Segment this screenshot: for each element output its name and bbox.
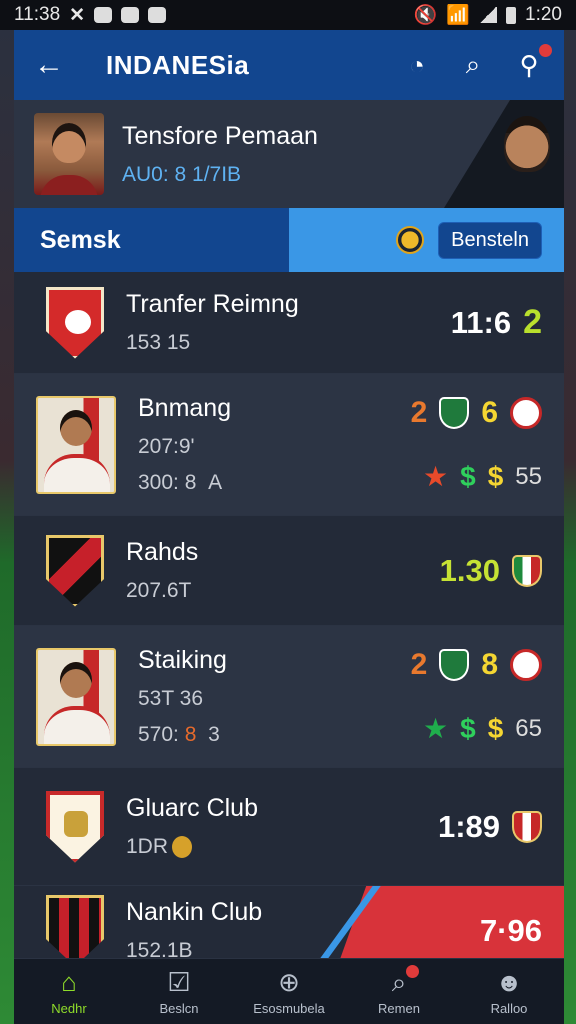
list-item[interactable]: Bnmang 207:9' 300: 8 A 2 6 ★ $ $ 55 [14,374,564,516]
stat-number: 6 [481,396,498,429]
status-time: 11:38 [14,4,61,25]
app-bar: ← INDANESia ◔ ⌕ ⚲ [14,30,564,100]
nav-label: Esosmubela [253,1001,325,1016]
battery-icon [506,6,517,24]
list-item[interactable]: Tranfer Reimng 153 15 11:6 2 [14,272,564,374]
flag-badge-icon [512,810,542,843]
flag-badge-icon [512,554,542,587]
status-clock: 1:20 [525,4,562,25]
person-icon: ☻ [495,967,523,997]
coin-icon: $ [487,712,504,744]
notification-dot [406,965,419,978]
stat-number: 8 [481,648,498,681]
club-crest-icon [46,534,104,607]
club-badge-icon [510,397,542,429]
nav-item-checklist[interactable]: ☑ Beslcn [124,959,234,1024]
stat-count: 55 [515,462,542,490]
item-meta: 1DR [126,835,169,858]
item-meta-secondary-b: 3 [208,723,220,746]
home-icon: ⌂ [61,967,77,997]
player-thumbnail [504,116,550,172]
coin-icon [396,226,425,254]
list-item[interactable]: Gluarc Club 1DR 1:89 [14,768,564,886]
notification-dot [539,44,552,57]
app-notification-icon [121,7,140,23]
club-crest-icon [46,790,104,863]
club-badge-icon [439,649,470,681]
star-icon: ★ [423,713,449,744]
nav-item-add[interactable]: ⊕ Esosmubela [234,959,344,1024]
featured-title: Tensfore Pemaan [122,121,318,150]
list-item[interactable]: Staiking 53T 36 570: 8 3 2 8 ★ $ $ 65 [14,626,564,768]
item-meta-secondary: 300: 8 [138,471,197,494]
add-circle-icon: ⊕ [278,967,300,997]
item-score: 7·96 [479,912,542,948]
list-item[interactable]: Rahds 207.6T 1.30 [14,516,564,626]
back-arrow-icon[interactable]: ← [34,48,74,82]
player-card [36,647,116,746]
club-crest-icon [46,286,104,359]
item-meta-secondary-b: A [208,471,223,494]
bottom-navigation: ⌂ Nedhr ☑ Beslcn ⊕ Esosmubela ⌕ Remen ☻ … [14,958,564,1024]
wifi-icon: 📶 [446,5,471,26]
nav-label: Nedhr [51,1001,87,1016]
mute-icon: 🔇 [413,5,438,26]
dollar-icon: $ [460,460,476,492]
stat-count: 65 [515,714,542,742]
app-screen: ← INDANESia ◔ ⌕ ⚲ Tensfore Pemaan AU0: 8… [14,30,564,1024]
item-meta-secondary: 570: [138,723,179,746]
signal-icon [479,7,498,23]
featured-transfer-card[interactable]: Tensfore Pemaan AU0: 8 1/7IB [14,100,564,208]
nav-item-profile[interactable]: ☻ Ralloo [454,959,564,1024]
transfer-list: Tranfer Reimng 153 15 11:6 2 Bnmang 207:… [14,272,564,976]
section-action-button[interactable]: Bensteln [438,221,542,259]
coin-icon [172,836,193,859]
player-photo [34,113,104,195]
search-icon: ⌕ [391,967,407,997]
player-card [36,395,116,494]
section-title: Semsk [14,208,289,272]
stat-number: 2 [410,648,428,681]
nav-item-home[interactable]: ⌂ Nedhr [14,959,124,1024]
close-notification-icon: ✕ [69,4,86,26]
club-badge-icon [510,649,542,681]
star-icon: ★ [423,461,449,492]
page-title: INDANESia [106,49,250,80]
club-badge-icon [439,397,470,429]
club-crest-icon [46,894,104,967]
nav-label: Remen [378,1001,420,1016]
status-bar: 11:38 ✕ 🔇 📶 1:20 [0,0,576,30]
profile-icon[interactable]: ⚲ [514,44,552,80]
checkbox-icon: ☑ [167,967,191,997]
item-meta-highlight: 8 [184,723,197,746]
section-header: Semsk Bensteln [14,208,564,272]
item-score-extra: 2 [523,303,542,341]
featured-subtitle: AU0: 8 1/7IB [122,162,242,186]
item-score: 11:6 [450,304,512,340]
stat-number: 2 [410,396,428,429]
app-notification-icon [94,7,113,23]
app-notification-icon [148,7,167,23]
dollar-icon: $ [460,712,476,744]
nav-label: Beslcn [159,1001,199,1016]
nav-item-search[interactable]: ⌕ Remen [344,959,454,1024]
coin-icon: $ [487,460,504,492]
item-score: 1:89 [437,808,500,844]
ball-icon[interactable]: ◔ [402,50,432,80]
search-icon[interactable]: ⌕ [458,49,488,80]
item-score: 1.30 [439,552,500,588]
nav-label: Ralloo [490,1001,528,1016]
